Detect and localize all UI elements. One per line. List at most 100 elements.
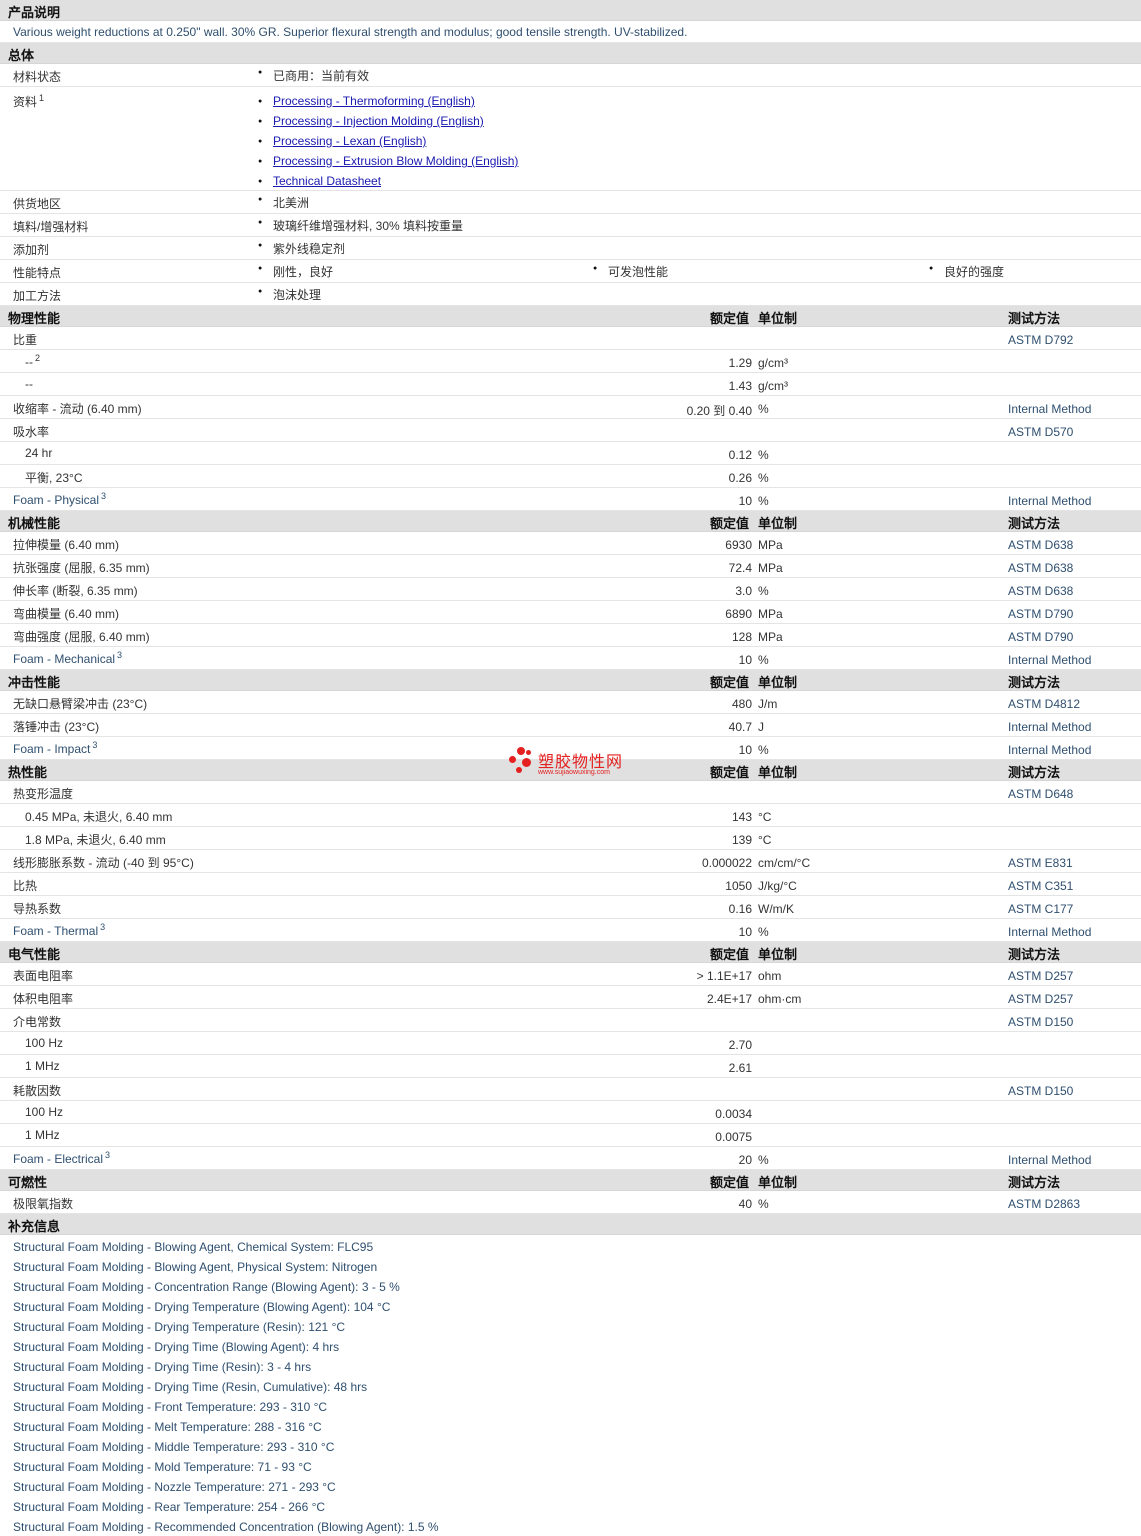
property-row: 收缩率 - 流动 (6.40 mm) 0.20 到 0.40% Internal M… (0, 396, 1141, 419)
document-link-item: Processing - Lexan (English) (258, 134, 518, 154)
supplemental-text: Structural Foam Molding - Drying Time (R… (13, 1360, 312, 1374)
section-heading: 冲击性能 (8, 675, 61, 690)
row-value: 已商用：当前有效 (258, 67, 369, 84)
row-label: 材料状态 (13, 70, 62, 84)
property-test-method: ASTM D4812 (1008, 697, 1081, 711)
property-test-method: Internal Method (1008, 402, 1092, 416)
supplemental-text: Structural Foam Molding - Melt Temperatu… (13, 1420, 322, 1434)
property-test-method: Internal Method (1008, 1153, 1092, 1167)
property-value: 6890 (725, 607, 752, 621)
property-label-text: 平衡, 23°C (25, 471, 83, 485)
supplemental-line: Structural Foam Molding - Rear Temperatu… (0, 1496, 1141, 1516)
footnote-ref: 3 (100, 922, 106, 932)
property-label-text: 耗散因数 (13, 1084, 62, 1098)
footnote-ref: 2 (35, 353, 41, 363)
property-value: > 1.1E+17 (696, 969, 752, 983)
property-label: 伸长率 (断裂, 6.35 mm) (13, 582, 138, 599)
header-unit: 单位制 (758, 516, 798, 531)
property-value: 2.4E+17 (706, 992, 752, 1006)
property-test-method: Internal Method (1008, 743, 1092, 757)
property-row: 比热 1050 J/kg/°C ASTM C351 (0, 873, 1141, 896)
document-link-thermoforming[interactable]: Processing - Thermoforming (English) (273, 94, 475, 108)
row-label: 资料 1 (13, 93, 45, 109)
document-link-extrusion-blow-molding[interactable]: Processing - Extrusion Blow Molding (Eng… (273, 154, 518, 168)
supplemental-line: Structural Foam Molding - Mold Temperatu… (0, 1456, 1141, 1476)
property-row: 100 Hz 2.70 (0, 1032, 1141, 1055)
footnote-ref: 3 (92, 740, 98, 750)
supplemental-text: Structural Foam Molding - Drying Tempera… (13, 1320, 346, 1334)
section-electrical: 电气性能 额定值 单位制 测试方法 (0, 942, 1141, 963)
property-unit: MPa (758, 538, 783, 552)
property-label-text: 1 MHz (25, 1128, 60, 1142)
supplemental-line: Structural Foam Molding - Drying Time (B… (0, 1336, 1141, 1356)
property-row: 1.8 MPa, 未退火, 6.40 mm 139 °C (0, 827, 1141, 850)
supplemental-text: Structural Foam Molding - Nozzle Tempera… (13, 1480, 336, 1494)
row-label: 供货地区 (13, 197, 62, 211)
property-test-method: ASTM C177 (1008, 902, 1074, 916)
property-row: 落锤冲击 (23°C) 40.7 J Internal Method (0, 714, 1141, 737)
property-label: 24 hr (25, 446, 52, 460)
property-unit: % (758, 743, 769, 757)
watermark-url: www.sujiaowuxing.com (538, 769, 610, 776)
property-label-text: 100 Hz (25, 1105, 64, 1119)
property-value: 10 (738, 925, 752, 939)
property-test-method: ASTM C351 (1008, 879, 1074, 893)
property-label: 抗张强度 (屈服, 6.35 mm) (13, 559, 150, 576)
row-label: 填料/增强材料 (13, 220, 89, 234)
property-unit: °C (758, 833, 772, 847)
property-label: 0.45 MPa, 未退火, 6.40 mm (25, 808, 172, 825)
document-link-technical-datasheet[interactable]: Technical Datasheet (273, 174, 381, 188)
property-value: 480 (731, 697, 752, 711)
property-label-text: 1.8 MPa, 未退火, 6.40 mm (25, 833, 166, 847)
property-label-text: 收缩率 - 流动 (6.40 mm) (13, 402, 142, 416)
header-nominal: 额定值 (710, 765, 750, 780)
property-row: 介电常数 ASTM D150 (0, 1009, 1141, 1032)
supplemental-text: Structural Foam Molding - Middle Tempera… (13, 1440, 335, 1454)
property-label: Foam - Electrical 3 (13, 1150, 110, 1166)
header-nominal: 额定值 (710, 516, 750, 531)
document-link-item: Processing - Injection Molding (English) (258, 114, 518, 134)
property-label-text: 线形膨胀系数 - 流动 (-40 到 95°C) (13, 856, 194, 870)
header-unit: 单位制 (758, 947, 798, 962)
property-label: Foam - Thermal 3 (13, 922, 106, 938)
property-label-text: 0.45 MPa, 未退火, 6.40 mm (25, 810, 173, 824)
header-nominal: 额定值 (710, 947, 750, 962)
property-label-text: -- (25, 355, 33, 369)
property-test-method: Internal Method (1008, 925, 1092, 939)
property-unit: % (758, 471, 769, 485)
property-row: 线形膨胀系数 - 流动 (-40 到 95°C) 0.000022 cm/cm/°C… (0, 850, 1141, 873)
property-unit: cm/cm/°C (758, 856, 811, 870)
property-unit: % (758, 494, 769, 508)
property-row: Foam - Physical 3 10% Internal Method (0, 488, 1141, 511)
property-value: 2.61 (728, 1061, 752, 1075)
property-label-text: Foam - Physical (13, 493, 100, 507)
property-unit: % (758, 653, 769, 667)
property-unit: W/m/K (758, 902, 794, 916)
property-row: 导热系数 0.16 W/m/K ASTM C177 (0, 896, 1141, 919)
document-link-injection-molding[interactable]: Processing - Injection Molding (English) (273, 114, 484, 128)
section-heading: 可燃性 (8, 1175, 48, 1190)
row-documents: 资料1 Processing - Thermoforming (English)… (0, 87, 1141, 191)
property-unit: J/kg/°C (758, 879, 797, 893)
property-label-text: 比热 (13, 879, 38, 893)
supplemental-text: Structural Foam Molding - Drying Time (R… (13, 1380, 368, 1394)
property-label: 1.8 MPa, 未退火, 6.40 mm (25, 831, 166, 848)
property-test-method: ASTM D790 (1008, 630, 1074, 644)
section-general: 总体 (0, 43, 1141, 64)
footnote-ref: 3 (101, 491, 107, 501)
property-row: 平衡, 23°C 0.26% (0, 465, 1141, 488)
supplemental-text: Structural Foam Molding - Drying Time (B… (13, 1340, 340, 1354)
property-value: 143 (731, 810, 752, 824)
property-row: -- 1.43 g/cm³ (0, 373, 1141, 396)
property-unit: °C (758, 810, 772, 824)
supplemental-text: Structural Foam Molding - Blowing Agent,… (13, 1260, 378, 1274)
section-heading: 总体 (8, 48, 35, 63)
product-description: Various weight reductions at 0.250" wall… (0, 21, 1141, 43)
property-label: 比重 (13, 331, 37, 348)
property-value: 0.20 到 0.40 (686, 404, 752, 418)
property-unit: % (758, 1153, 769, 1167)
document-link-lexan[interactable]: Processing - Lexan (English) (273, 134, 426, 148)
property-label: 极限氧指数 (13, 1195, 73, 1212)
property-test-method: Internal Method (1008, 653, 1092, 667)
property-value: 2.70 (728, 1038, 752, 1052)
